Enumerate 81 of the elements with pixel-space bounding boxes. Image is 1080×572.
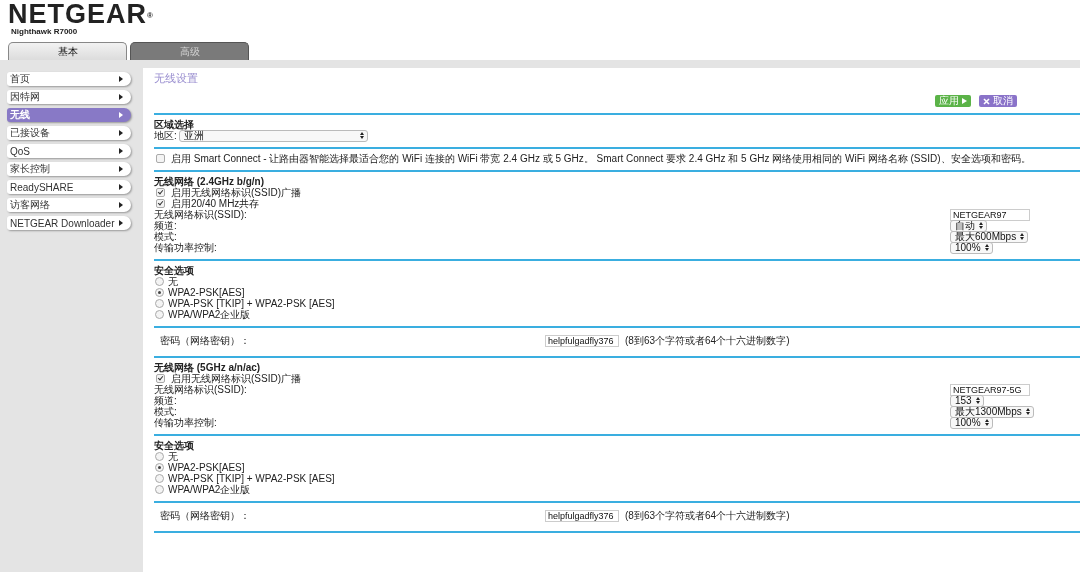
field-label: 无线网络标识(SSID): <box>154 384 247 395</box>
caret-icon <box>119 166 123 172</box>
updown-arrows-icon <box>1020 233 1025 240</box>
hint-text: (8到63个字符或者64个十六进制数字) <box>625 334 791 348</box>
sidebar-item[interactable]: 无线 <box>7 108 131 122</box>
caret-icon <box>119 184 123 190</box>
checkbox-label: 启用20/40 MHz共存 <box>171 198 260 209</box>
section-heading: 安全选项 <box>154 440 194 451</box>
section-heading: 无线网络 (5GHz a/n/ac) <box>154 362 261 373</box>
caret-icon <box>119 148 123 154</box>
text-field[interactable]: NETGEAR97 <box>950 208 1030 221</box>
radio-button[interactable] <box>155 452 164 461</box>
checkbox[interactable] <box>156 188 165 197</box>
hint-text: (8到63个字符或者64个十六进制数字) <box>625 509 791 523</box>
field-label: 地区: <box>154 130 177 141</box>
cancel-button[interactable]: 取消 <box>979 95 1017 107</box>
caret-icon <box>119 112 123 118</box>
sidebar-item[interactable]: QoS <box>7 144 131 158</box>
field-label: 模式: <box>154 231 177 242</box>
password-field[interactable]: helpfulgadfly376 <box>545 510 619 522</box>
radio-label: WPA2-PSK[AES] <box>168 462 245 473</box>
radio-label: 无 <box>168 451 178 462</box>
caret-icon <box>119 94 123 100</box>
checkbox[interactable] <box>156 154 165 163</box>
radio-button[interactable] <box>155 485 164 494</box>
dropdown[interactable]: 最大1300Mbps <box>950 405 1034 418</box>
caret-icon <box>119 130 123 136</box>
sidebar-item[interactable]: 已接设备 <box>7 126 131 140</box>
checkbox[interactable] <box>156 199 165 208</box>
sidebar-item[interactable]: 访客网络 <box>7 198 131 212</box>
checkbox-label: 启用 Smart Connect - 让路由器智能选择最适合您的 WiFi 连接的 WiFi 带宽 2.4 GHz 或 5 GHz。 Smart Connect 要求 2.4 GHz 和 5 GHz 网络使用相同的 WiFi 网络名称 (SSID)、安全选项和密码。 <box>171 153 1031 164</box>
radio-button[interactable] <box>155 299 164 308</box>
field-label: 模式: <box>154 406 177 417</box>
sidebar-item[interactable]: ReadySHARE <box>7 180 131 194</box>
radio-button[interactable] <box>155 463 164 472</box>
dropdown[interactable]: 最大600Mbps <box>950 230 1029 243</box>
radio-label: WPA-PSK [TKIP] + WPA2-PSK [AES] <box>168 298 335 309</box>
netgear-logo: NETGEAR$^{®}$ <box>8 1 154 27</box>
checkbox[interactable] <box>156 374 165 383</box>
tab[interactable]: 基本 <box>8 42 127 60</box>
updown-arrows-icon <box>1025 408 1030 415</box>
page-title: 无线设置 <box>154 72 198 85</box>
updown-arrows-icon <box>979 222 983 229</box>
field-label: 传输功率控制: <box>154 242 217 253</box>
checkbox-label: 启用无线网络标识(SSID)广播 <box>171 373 301 384</box>
text-field[interactable]: NETGEAR97-5G <box>950 383 1030 396</box>
radio-button[interactable] <box>155 474 164 483</box>
field-label: 无线网络标识(SSID): <box>154 209 247 220</box>
radio-label: WPA2-PSK[AES] <box>168 287 245 298</box>
field-label: 密码（网络密钥）： <box>159 509 251 523</box>
radio-button[interactable] <box>155 310 164 319</box>
field-label: 频道: <box>154 395 177 406</box>
caret-icon <box>119 220 123 226</box>
section-heading: 区域选择 <box>154 119 194 130</box>
radio-label: WPA/WPA2企业版 <box>168 484 251 495</box>
field-label: 频道: <box>154 220 177 231</box>
field-label: 传输功率控制: <box>154 417 217 428</box>
updown-arrows-icon <box>359 132 364 139</box>
field-label: 密码（网络密钥）： <box>159 334 251 348</box>
sidebar-item[interactable]: NETGEAR Downloader <box>7 216 131 230</box>
updown-arrows-icon <box>975 397 980 404</box>
section-heading: 安全选项 <box>154 265 194 276</box>
updown-arrows-icon <box>984 419 989 426</box>
caret-icon <box>119 202 123 208</box>
region-select[interactable]: 亚洲 <box>178 129 368 142</box>
radio-button[interactable] <box>155 277 164 286</box>
sidebar-item[interactable]: 首页 <box>7 72 131 86</box>
radio-label: WPA/WPA2企业版 <box>168 309 251 320</box>
caret-icon <box>119 76 123 82</box>
updown-arrows-icon <box>984 244 989 251</box>
play-icon <box>962 98 967 104</box>
checkbox-label: 启用无线网络标识(SSID)广播 <box>171 187 301 198</box>
sidebar-item[interactable]: 因特网 <box>7 90 131 104</box>
radio-label: 无 <box>168 276 178 287</box>
password-field[interactable]: helpfulgadfly376 <box>545 335 619 347</box>
radio-label: WPA-PSK [TKIP] + WPA2-PSK [AES] <box>168 473 335 484</box>
sidebar-item[interactable]: 家长控制 <box>7 162 131 176</box>
radio-button[interactable] <box>155 288 164 297</box>
model-name: Nighthawk R7000 <box>11 27 78 36</box>
close-icon <box>983 97 990 105</box>
section-heading: 无线网络 (2.4GHz b/g/n) <box>154 176 264 187</box>
